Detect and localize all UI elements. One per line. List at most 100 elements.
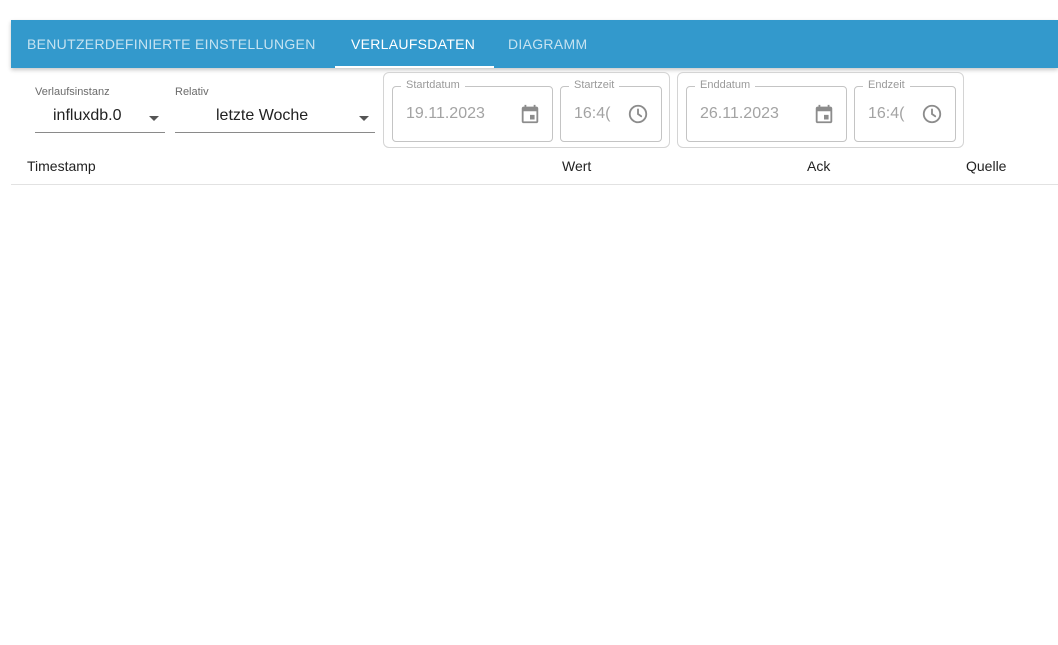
cell-source: zigbee.0 bbox=[966, 481, 1019, 497]
end-date-value: 26.11.2023 bbox=[700, 105, 779, 122]
start-date-field[interactable]: Startdatum 19.11.2023 bbox=[392, 79, 553, 142]
tab-chart[interactable]: Diagramm bbox=[508, 20, 587, 68]
instance-label: Verlaufsinstanz bbox=[35, 86, 110, 98]
cell-ack: true bbox=[807, 217, 832, 233]
clock-icon[interactable] bbox=[921, 103, 943, 125]
table-row[interactable]: 25.11.2023 20:05:52.245 18,79 °C true zigbe… bbox=[11, 540, 1058, 573]
cell-source: zigbee.0 bbox=[966, 613, 1019, 629]
cell-ack: true bbox=[807, 415, 832, 431]
cell-timestamp: 26.11.2023 02:37:48.685 bbox=[27, 250, 182, 266]
table-header: Timestamp Wert Ack Quelle bbox=[11, 152, 1058, 185]
tab-custom-settings[interactable]: Benutzerdefinierte Einstellungen bbox=[27, 20, 316, 68]
cell-value: 18,92 °C bbox=[562, 382, 617, 398]
cell-value: -100 °C bbox=[562, 415, 610, 431]
column-header-ack[interactable]: Ack bbox=[807, 158, 830, 174]
cell-value: 18,86 °C bbox=[562, 514, 617, 530]
cell-ack: true bbox=[807, 580, 832, 596]
table-row[interactable]: 26.11.2023 00:43:15.565 18,85 °C true zigbe… bbox=[11, 309, 1058, 342]
cell-ack: true bbox=[807, 250, 832, 266]
end-date-field[interactable]: Enddatum 26.11.2023 bbox=[686, 79, 847, 142]
start-date-value: 19.11.2023 bbox=[406, 105, 485, 122]
cell-source: zigbee.0 bbox=[966, 415, 1019, 431]
cell-value: 18,94 °C bbox=[562, 448, 617, 464]
cell-timestamp: 26.11.2023 03:29:40.915 bbox=[27, 217, 182, 233]
cell-source: zigbee.0 bbox=[966, 283, 1019, 299]
start-time-label: Startzeit bbox=[569, 79, 620, 91]
dropdown-arrow-icon bbox=[149, 116, 159, 121]
cell-timestamp: 26.11.2023 01:39:59.433 bbox=[27, 283, 182, 299]
cell-ack: true bbox=[807, 613, 832, 629]
tab-history-data[interactable]: Verlaufsdaten bbox=[351, 20, 475, 68]
cell-value: 18,78 °C bbox=[562, 613, 617, 629]
table-row[interactable]: 25.11.2023 19:10:38.580 18,78 °C true zigbe… bbox=[11, 606, 1058, 639]
cell-timestamp: 25.11.2023 21:50:08.083 bbox=[27, 448, 182, 464]
calendar-icon[interactable] bbox=[519, 103, 541, 125]
table-row[interactable]: 25.11.2023 21:50:02.444 -100 °C true zigbee… bbox=[11, 474, 1058, 507]
table-row[interactable]: 25.11.2023 23:43:00.682 18,91 °C true zigbe… bbox=[11, 342, 1058, 375]
cell-ack: true bbox=[807, 547, 832, 563]
cell-value: -100 °C bbox=[562, 481, 610, 497]
column-header-source[interactable]: Quelle bbox=[966, 158, 1006, 174]
instance-value: influxdb.0 bbox=[53, 107, 122, 124]
cell-value: 18,82 °C bbox=[562, 580, 617, 596]
cell-ack: true bbox=[807, 316, 832, 332]
column-header-value[interactable]: Wert bbox=[562, 158, 591, 174]
cell-timestamp: 26.11.2023 04:25:24.431 bbox=[27, 186, 182, 202]
table-row[interactable]: 26.11.2023 01:39:59.433 18,89 °C true zigbe… bbox=[11, 276, 1058, 309]
column-header-timestamp[interactable]: Timestamp bbox=[27, 158, 96, 174]
table-row[interactable]: 25.11.2023 22:45:22.037 18,92 °C true zigbe… bbox=[11, 375, 1058, 408]
cell-timestamp: 26.11.2023 00:43:15.565 bbox=[27, 316, 182, 332]
relative-select[interactable]: letzte Woche bbox=[175, 102, 375, 133]
cell-source: zigbee.0 bbox=[966, 547, 1019, 563]
cell-timestamp: 25.11.2023 19:10:38.580 bbox=[27, 613, 182, 629]
cell-timestamp: 25.11.2023 21:50:02.444 bbox=[27, 481, 182, 497]
end-time-label: Endzeit bbox=[863, 79, 910, 91]
calendar-icon[interactable] bbox=[813, 103, 835, 125]
cell-value: 18,74 °C bbox=[562, 217, 617, 233]
table-row[interactable]: 25.11.2023 22:45:16.277 -100 °C true zigbee… bbox=[11, 408, 1058, 441]
cell-ack: true bbox=[807, 448, 832, 464]
dropdown-arrow-icon bbox=[359, 116, 369, 121]
cell-source: zigbee.0 bbox=[966, 217, 1019, 233]
cell-source: zigbee.0 bbox=[966, 580, 1019, 596]
cell-timestamp: 25.11.2023 23:43:00.682 bbox=[27, 349, 182, 365]
end-time-value: 16:4( bbox=[868, 105, 905, 122]
cell-source: zigbee.0 bbox=[966, 448, 1019, 464]
cell-source: zigbee.0 bbox=[966, 186, 1019, 202]
cell-timestamp: 25.11.2023 22:45:16.277 bbox=[27, 415, 182, 431]
table-row[interactable]: 26.11.2023 03:29:40.915 18,74 °C true zigbe… bbox=[11, 210, 1058, 243]
table-row[interactable]: 25.11.2023 20:56:54.280 18,86 °C true zigbe… bbox=[11, 507, 1058, 540]
cell-value: 18,91 °C bbox=[562, 349, 617, 365]
cell-ack: true bbox=[807, 382, 832, 398]
start-time-field[interactable]: Startzeit 16:4( bbox=[560, 79, 662, 142]
cell-source: zigbee.0 bbox=[966, 382, 1019, 398]
cell-ack: true bbox=[807, 514, 832, 530]
table-row[interactable]: 25.11.2023 21:50:08.083 18,94 °C true zigbe… bbox=[11, 441, 1058, 474]
cell-value: 18,79 °C bbox=[562, 186, 617, 202]
cell-ack: true bbox=[807, 349, 832, 365]
end-date-label: Enddatum bbox=[695, 79, 756, 91]
tab-bar: Benutzerdefinierte Einstellungen Verlauf… bbox=[11, 20, 1058, 68]
table-row[interactable]: 26.11.2023 02:37:48.685 18,82 °C true zigbe… bbox=[11, 243, 1058, 276]
cell-source: zigbee.0 bbox=[966, 349, 1019, 365]
cell-timestamp: 25.11.2023 22:45:22.037 bbox=[27, 382, 182, 398]
clock-icon[interactable] bbox=[627, 103, 649, 125]
start-time-value: 16:4( bbox=[574, 105, 611, 122]
cell-source: zigbee.0 bbox=[966, 514, 1019, 530]
end-time-field[interactable]: Endzeit 16:4( bbox=[854, 79, 956, 142]
cell-source: zigbee.0 bbox=[966, 316, 1019, 332]
cell-ack: true bbox=[807, 283, 832, 299]
cell-value: 18,82 °C bbox=[562, 250, 617, 266]
cell-source: zigbee.0 bbox=[966, 250, 1019, 266]
cell-timestamp: 25.11.2023 20:56:54.280 bbox=[27, 514, 182, 530]
table-row[interactable]: 25.11.2023 19:22:08.016 18,82 °C true zigbe… bbox=[11, 573, 1058, 606]
cell-value: 18,79 °C bbox=[562, 547, 617, 563]
cell-value: 18,89 °C bbox=[562, 283, 617, 299]
relative-value: letzte Woche bbox=[216, 107, 309, 124]
cell-timestamp: 25.11.2023 20:05:52.245 bbox=[27, 547, 182, 563]
cell-ack: true bbox=[807, 481, 832, 497]
instance-select[interactable]: influxdb.0 bbox=[35, 102, 165, 133]
cell-value: 18,85 °C bbox=[562, 316, 617, 332]
relative-label: Relativ bbox=[175, 86, 209, 98]
cell-timestamp: 25.11.2023 19:22:08.016 bbox=[27, 580, 182, 596]
